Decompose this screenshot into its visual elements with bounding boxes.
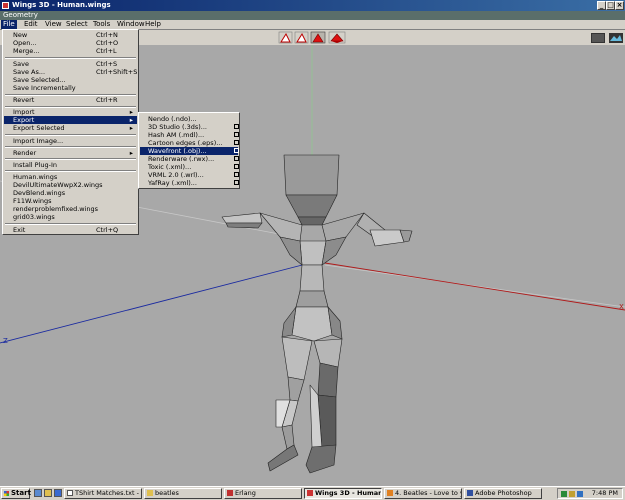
menu-view[interactable]: View (43, 20, 64, 29)
messenger-icon[interactable] (577, 491, 583, 497)
winamp-icon (387, 490, 393, 496)
notepad-icon (67, 490, 73, 496)
recent-file-1[interactable]: Human.wings (4, 173, 137, 181)
menu-item-save-incrementally[interactable]: Save Incrementally (4, 84, 137, 92)
file-menu: New Ctrl+N Open... Ctrl+O Merge... Ctrl+L S… (2, 29, 139, 235)
windows-logo-icon (4, 491, 9, 496)
maximize-button[interactable]: □ (606, 1, 615, 10)
explorer-icon[interactable] (44, 489, 52, 497)
browser-icon[interactable] (54, 489, 62, 497)
desktop-icon[interactable] (34, 489, 42, 497)
options-box-icon[interactable] (234, 148, 239, 153)
export-submenu: Nendo (.ndo)... 3D Studio (.3ds)... Hash… (138, 112, 240, 189)
title-bar: Wings 3D - Human.wings _ □ × (0, 0, 625, 11)
photoshop-icon (467, 490, 473, 496)
options-box-icon[interactable] (234, 140, 239, 145)
menu-file[interactable]: File (1, 20, 17, 29)
options-box-icon[interactable] (234, 180, 239, 185)
x-axis-line (324, 262, 625, 311)
menu-item-save-selected[interactable]: Save Selected... (4, 76, 137, 84)
task-notepad[interactable]: TShirt Matches.txt - Note... (64, 488, 142, 499)
menu-item-export[interactable]: Export ▸ (4, 116, 137, 124)
camera-icon[interactable] (609, 33, 623, 43)
submenu-arrow-icon: ▸ (129, 108, 133, 116)
human-model[interactable] (221, 154, 413, 474)
menu-item-exit[interactable]: Exit Ctrl+Q (4, 226, 137, 234)
menu-item-render[interactable]: Render ▸ (4, 149, 137, 157)
options-box-icon[interactable] (234, 156, 239, 161)
close-button[interactable]: × (615, 1, 624, 10)
mode-label: Geometry (3, 11, 38, 19)
task-beatles[interactable]: beatles (144, 488, 222, 499)
network-icon[interactable] (561, 491, 567, 497)
body-select-icon[interactable] (328, 31, 346, 44)
export-renderware[interactable]: Renderware (.rwx)... (140, 155, 239, 163)
menu-window[interactable]: Window (115, 20, 147, 29)
menu-edit[interactable]: Edit (22, 20, 40, 29)
submenu-arrow-icon: ▸ (129, 116, 133, 124)
export-vrml[interactable]: VRML 2.0 (.wrl)... (140, 171, 239, 179)
window-title: Wings 3D - Human.wings (12, 1, 111, 9)
menu-item-install-plugin[interactable]: Install Plug-In (4, 161, 137, 169)
menu-tools[interactable]: Tools (91, 20, 112, 29)
face-select-icon[interactable] (310, 31, 326, 44)
recent-file-2[interactable]: DevilUltimateWwpX2.wings (4, 181, 137, 189)
task-wings3d[interactable]: Wings 3D - Human.win... (304, 488, 382, 499)
menu-item-open[interactable]: Open... Ctrl+O (4, 39, 137, 47)
system-tray: 7:48 PM (557, 488, 623, 499)
task-erlang[interactable]: Erlang (224, 488, 302, 499)
z-axis-label: Z (3, 337, 8, 345)
submenu-arrow-icon: ▸ (129, 149, 133, 157)
export-wavefront[interactable]: Wavefront (.obj)... (140, 147, 239, 155)
volume-icon[interactable] (569, 491, 575, 497)
menu-help[interactable]: Help (143, 20, 163, 29)
export-hash-am[interactable]: Hash AM (.mdl)... (140, 131, 239, 139)
export-nendo[interactable]: Nendo (.ndo)... (140, 115, 238, 123)
menu-item-save[interactable]: Save Ctrl+S (4, 60, 137, 68)
submenu-arrow-icon: ▸ (129, 124, 133, 132)
options-box-icon[interactable] (234, 164, 239, 169)
geometry-bar: Geometry (0, 11, 625, 20)
minimize-button[interactable]: _ (597, 1, 606, 10)
options-box-icon[interactable] (234, 132, 239, 137)
recent-file-5[interactable]: renderproblemfixed.wings (4, 205, 137, 213)
erlang-icon (227, 490, 233, 496)
wings-icon (307, 490, 313, 496)
export-cartoon-edges[interactable]: Cartoon edges (.eps)... (140, 139, 239, 147)
vertex-select-icon[interactable] (278, 31, 293, 44)
folder-icon (147, 490, 153, 496)
app-icon (2, 2, 9, 9)
menu-item-new[interactable]: New Ctrl+N (4, 31, 137, 39)
menu-select[interactable]: Select (64, 20, 90, 29)
menu-item-import[interactable]: Import ▸ (4, 108, 137, 116)
recent-file-3[interactable]: DevBlend.wings (4, 189, 137, 197)
export-toxic[interactable]: Toxic (.xml)... (140, 163, 239, 171)
smooth-preview-icon[interactable] (591, 33, 605, 43)
z-axis-line (0, 262, 311, 344)
menu-item-revert[interactable]: Revert Ctrl+R (4, 96, 137, 104)
start-label: Start (11, 489, 31, 497)
options-box-icon[interactable] (234, 124, 239, 129)
export-yafray[interactable]: YafRay (.xml)... (140, 179, 239, 187)
recent-file-6[interactable]: grid03.wings (4, 213, 137, 221)
menu-item-save-as[interactable]: Save As... Ctrl+Shift+S (4, 68, 137, 76)
x-axis-label: X (619, 303, 624, 311)
menu-item-export-selected[interactable]: Export Selected ▸ (4, 124, 137, 132)
menu-item-import-image[interactable]: Import Image... (4, 137, 137, 145)
start-button[interactable]: Start (1, 488, 31, 499)
task-photoshop[interactable]: Adobe Photoshop (464, 488, 542, 499)
taskbar: Start TShirt Matches.txt - Note... beatl… (0, 486, 625, 500)
task-winamp[interactable]: 4. Beatles - Love to you -... (384, 488, 462, 499)
export-3ds[interactable]: 3D Studio (.3ds)... (140, 123, 239, 131)
menu-item-merge[interactable]: Merge... Ctrl+L (4, 47, 137, 55)
options-box-icon[interactable] (234, 172, 239, 177)
edge-select-icon[interactable] (294, 31, 309, 44)
recent-file-4[interactable]: F11W.wings (4, 197, 137, 205)
clock: 7:48 PM (591, 489, 618, 497)
